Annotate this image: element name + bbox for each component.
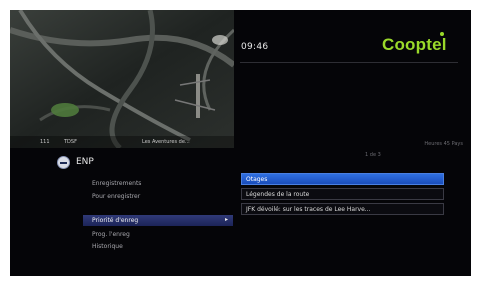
menu-item-label: Priorité d'enreg	[92, 217, 139, 224]
video-frame-image	[10, 10, 234, 148]
epg-icon	[57, 156, 70, 169]
channel-number: 111	[40, 139, 50, 145]
recording-title: JFK dévoilé: sur les traces de Lee Harve…	[246, 206, 371, 213]
page-indicator: 1 de 3	[365, 152, 381, 158]
menu-item-historique[interactable]: Historique	[92, 243, 123, 250]
info-text: Heures 45 Pays	[424, 141, 463, 147]
clock: 09:46	[241, 42, 269, 52]
brand-logo: Cooptel	[382, 35, 447, 54]
recording-item[interactable]: Légendes de la route	[241, 188, 444, 200]
recording-item-selected[interactable]: Otages	[241, 173, 444, 185]
live-video-preview: 111 TDSF Les Aventures de...	[10, 10, 234, 148]
program-title: Les Aventures de...	[142, 139, 190, 145]
channel-name: TDSF	[64, 139, 77, 145]
recording-item[interactable]: JFK dévoilé: sur les traces de Lee Harve…	[241, 203, 444, 215]
section-title: ENP	[76, 157, 94, 167]
tv-screen: 111 TDSF Les Aventures de... 09:46 Coopt…	[10, 10, 471, 276]
menu-item-pour-enregistrer[interactable]: Pour enregistrer	[92, 193, 140, 200]
menu-item-priorite-enreg[interactable]: Priorité d'enreg ▸	[83, 215, 233, 226]
menu-item-enregistrements[interactable]: Enregistrements	[92, 180, 141, 187]
video-caption-bar: 111 TDSF Les Aventures de...	[10, 136, 234, 148]
chevron-right-icon: ▸	[224, 216, 228, 223]
menu-item-prog-enreg[interactable]: Prog. l'enreg	[92, 231, 130, 238]
header-divider	[240, 62, 458, 63]
recording-title: Légendes de la route	[246, 191, 310, 198]
brand-logo-dot	[440, 32, 444, 36]
recording-title: Otages	[246, 176, 268, 183]
